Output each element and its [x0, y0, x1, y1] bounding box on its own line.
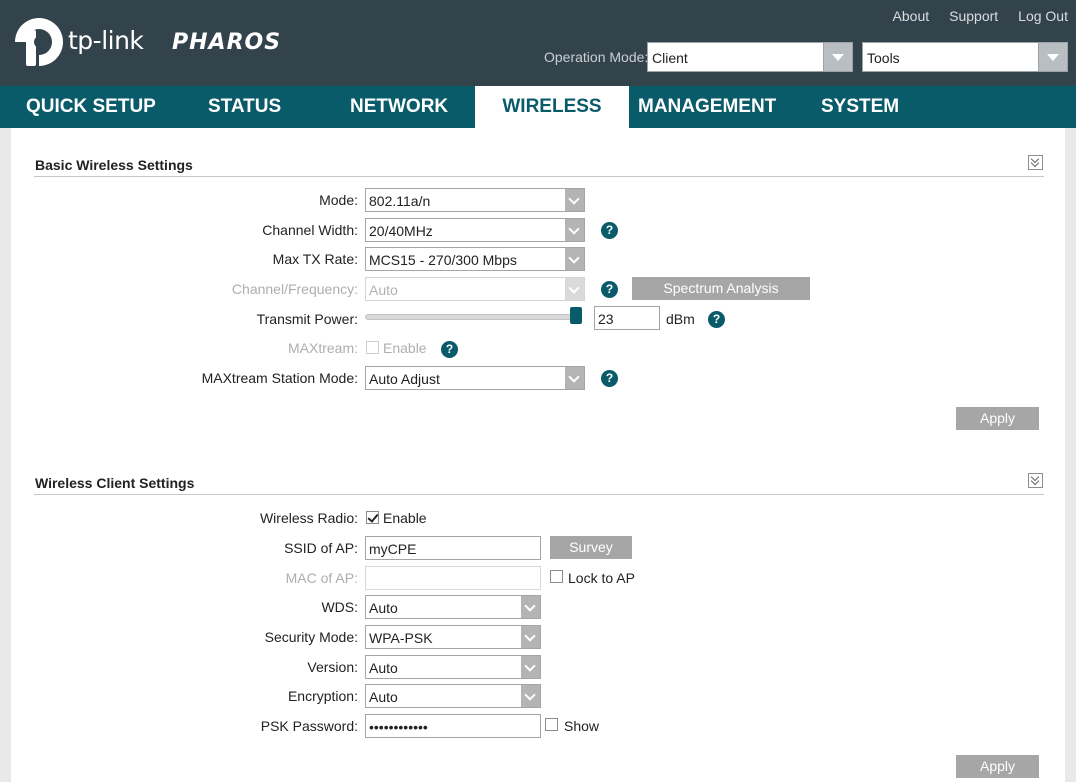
channel-width-value: 20/40MHz	[369, 223, 433, 239]
channel-width-label: Channel Width:	[262, 222, 358, 238]
wds-select[interactable]: Auto	[365, 595, 541, 619]
tab-wireless[interactable]: WIRELESS	[475, 86, 629, 128]
wireless-radio-checkbox[interactable]	[366, 511, 379, 524]
wds-label: WDS:	[321, 599, 358, 615]
chevron-down-icon	[521, 685, 540, 707]
max-tx-rate-value: MCS15 - 270/300 Mbps	[369, 252, 517, 268]
encryption-value: Auto	[369, 689, 398, 705]
transmit-power-slider-handle[interactable]	[570, 307, 582, 324]
maxtream-enable-label: Enable	[383, 340, 427, 356]
about-link[interactable]: About	[893, 8, 930, 24]
section-divider	[34, 176, 1044, 177]
transmit-power-slider-track[interactable]	[365, 314, 581, 320]
chevron-down-icon	[565, 248, 584, 270]
transmit-power-label: Transmit Power:	[256, 311, 358, 327]
mode-select[interactable]: 802.11a/n	[365, 188, 585, 212]
tab-system[interactable]: SYSTEM	[821, 86, 899, 128]
top-links: About Support Log Out	[893, 8, 1068, 24]
ssid-label: SSID of AP:	[284, 540, 358, 556]
wds-value: Auto	[369, 600, 398, 616]
chevron-down-icon	[565, 219, 584, 241]
lock-to-ap-label: Lock to AP	[568, 570, 635, 586]
collapse-icon[interactable]	[1028, 473, 1043, 488]
maxtream-checkbox[interactable]	[366, 341, 379, 354]
content-panel: Basic Wireless Settings Mode: 802.11a/n …	[11, 128, 1065, 782]
help-icon[interactable]: ?	[441, 341, 458, 358]
chevron-down-icon	[565, 367, 584, 389]
encryption-select[interactable]: Auto	[365, 684, 541, 708]
tab-quick-setup[interactable]: QUICK SETUP	[26, 86, 156, 128]
operation-mode-select[interactable]: Client	[647, 42, 853, 72]
channel-width-select[interactable]: 20/40MHz	[365, 218, 585, 242]
logout-link[interactable]: Log Out	[1018, 8, 1068, 24]
spectrum-analysis-button[interactable]: Spectrum Analysis	[632, 277, 810, 300]
channel-frequency-label: Channel/Frequency:	[231, 281, 358, 297]
page-scroll-area	[1065, 128, 1076, 782]
version-select[interactable]: Auto	[365, 655, 541, 679]
wireless-client-title: Wireless Client Settings	[35, 475, 195, 491]
encryption-label: Encryption:	[287, 688, 358, 704]
section-divider	[34, 494, 1044, 495]
chevron-down-icon	[521, 656, 540, 678]
tab-network[interactable]: NETWORK	[350, 86, 448, 128]
mode-label: Mode:	[319, 192, 358, 208]
channel-frequency-select[interactable]: Auto	[365, 277, 585, 301]
show-password-checkbox[interactable]	[545, 718, 558, 731]
show-password-label: Show	[564, 718, 600, 734]
ssid-input[interactable]: myCPE	[365, 536, 541, 560]
chevron-down-icon	[823, 43, 852, 71]
psk-password-label: PSK Password:	[260, 718, 358, 734]
chevron-down-icon	[565, 278, 584, 300]
tab-management[interactable]: MANAGEMENT	[638, 86, 776, 128]
operation-mode-value: Client	[652, 50, 688, 66]
help-icon[interactable]: ?	[601, 222, 618, 239]
maxtream-station-mode-value: Auto Adjust	[369, 371, 440, 387]
mac-label: MAC of AP:	[285, 570, 358, 586]
version-value: Auto	[369, 660, 398, 676]
collapse-icon[interactable]	[1028, 155, 1043, 170]
maxtream-station-mode-label: MAXtream Station Mode:	[201, 370, 358, 386]
security-mode-value: WPA-PSK	[369, 630, 433, 646]
wireless-radio-label: Wireless Radio:	[259, 510, 358, 526]
help-icon[interactable]: ?	[601, 281, 618, 298]
wireless-radio-enable-label: Enable	[383, 510, 427, 526]
max-tx-rate-select[interactable]: MCS15 - 270/300 Mbps	[365, 247, 585, 271]
chevron-down-icon	[521, 626, 540, 648]
tab-status[interactable]: STATUS	[208, 86, 281, 128]
psk-password-input[interactable]: ••••••••••••	[365, 714, 541, 738]
product-name: PHAROS	[172, 30, 282, 55]
tp-link-logo-icon	[15, 18, 63, 66]
basic-wireless-title: Basic Wireless Settings	[35, 157, 193, 173]
security-mode-label: Security Mode:	[264, 629, 358, 645]
brand-name: tp-link	[68, 26, 144, 55]
security-mode-select[interactable]: WPA-PSK	[365, 625, 541, 649]
client-apply-button[interactable]: Apply	[956, 755, 1039, 778]
chevron-down-icon	[1038, 43, 1067, 71]
survey-button[interactable]: Survey	[550, 536, 632, 559]
tools-value: Tools	[867, 50, 900, 66]
help-icon[interactable]: ?	[708, 311, 725, 328]
maxtream-station-mode-select[interactable]: Auto Adjust	[365, 366, 585, 390]
help-icon[interactable]: ?	[601, 370, 618, 387]
version-label: Version:	[307, 659, 358, 675]
chevron-down-icon	[565, 189, 584, 211]
mac-input[interactable]	[365, 566, 541, 590]
lock-to-ap-checkbox[interactable]	[550, 570, 563, 583]
chevron-down-icon	[521, 596, 540, 618]
maxtream-label: MAXtream:	[287, 340, 358, 356]
tools-select[interactable]: Tools	[862, 42, 1068, 72]
header-bar: tp-link PHAROS About Support Log Out Ope…	[0, 0, 1076, 86]
dbm-unit-label: dBm	[666, 311, 695, 327]
main-nav: QUICK SETUP STATUS NETWORK WIRELESS MANA…	[0, 86, 1076, 128]
support-link[interactable]: Support	[949, 8, 998, 24]
channel-frequency-value: Auto	[369, 282, 398, 298]
max-tx-rate-label: Max TX Rate:	[272, 251, 358, 267]
mode-value: 802.11a/n	[369, 193, 431, 209]
basic-apply-button[interactable]: Apply	[956, 407, 1039, 430]
operation-mode-label: Operation Mode:	[544, 49, 649, 65]
transmit-power-input[interactable]: 23	[594, 306, 660, 330]
